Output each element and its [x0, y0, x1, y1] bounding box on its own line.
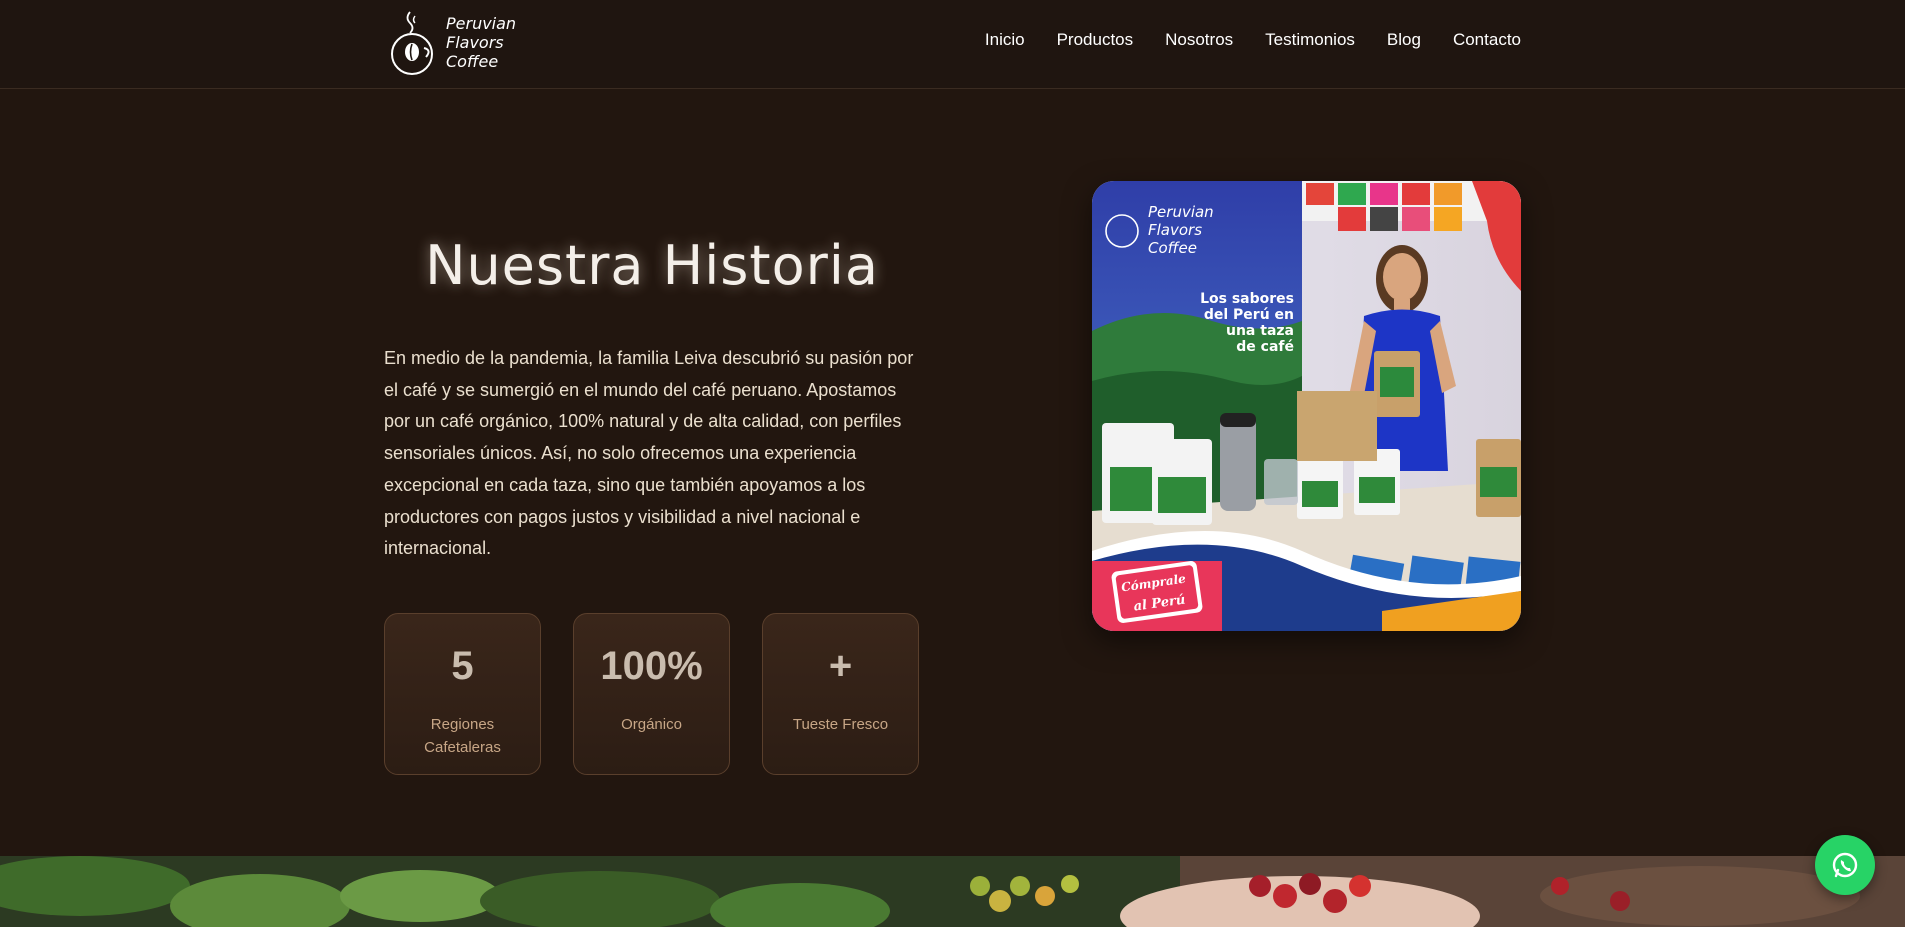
stat-value: + [828, 644, 853, 688]
coffee-plant-illustration [0, 856, 1905, 927]
nav-productos[interactable]: Productos [1057, 30, 1134, 50]
stat-card-fresh-roast: + Tueste Fresco [762, 613, 919, 775]
nav-testimonios[interactable]: Testimonios [1265, 30, 1355, 50]
stat-value: 5 [451, 644, 474, 688]
brand-name-line3: Coffee [446, 51, 499, 71]
nav-nosotros[interactable]: Nosotros [1165, 30, 1233, 50]
founder-photo: Peruvian Flavors Coffee Los sabores del … [1092, 181, 1521, 631]
nav-contacto[interactable]: Contacto [1453, 30, 1521, 50]
whatsapp-button[interactable] [1815, 835, 1875, 895]
banner-line2: del Perú en [1204, 307, 1294, 323]
stats-row: 5 Regiones Cafetaleras 100% Orgánico + T… [384, 613, 919, 775]
history-description: En medio de la pandemia, la familia Leiv… [384, 348, 914, 559]
whatsapp-icon [1832, 852, 1858, 878]
banner-brand-line2: Flavors [1148, 221, 1202, 239]
nav-inicio[interactable]: Inicio [985, 30, 1025, 50]
stat-card-regions: 5 Regiones Cafetaleras [384, 613, 541, 775]
banner-line4: de café [1236, 339, 1294, 355]
nav-blog[interactable]: Blog [1387, 30, 1421, 50]
banner-line1: Los sabores [1200, 291, 1294, 307]
coffee-cup-icon [391, 11, 433, 75]
banner-brand-line3: Coffee [1148, 239, 1197, 257]
stat-label: Regiones Cafetaleras [424, 716, 501, 756]
section-title: Nuestra Historia [425, 234, 879, 297]
founder-photo-illustration: Peruvian Flavors Coffee Los sabores del … [1092, 181, 1521, 631]
stat-label: Tueste Fresco [792, 716, 889, 733]
stat-card-organic: 100% Orgánico [573, 613, 730, 775]
stat-value: 100% [600, 644, 703, 688]
brand-name-line2: Flavors [446, 32, 504, 52]
brand-name: Peruvian Flavors Coffee [446, 14, 516, 71]
site-header: Peruvian Flavors Coffee Inicio Productos… [0, 0, 1905, 89]
stat-label: Orgánico [621, 716, 682, 733]
brand-name-line1: Peruvian [446, 13, 517, 33]
banner-line3: una taza [1226, 323, 1294, 339]
brand-logo[interactable]: Peruvian Flavors Coffee [384, 8, 524, 76]
coffee-plant-banner [0, 856, 1905, 927]
banner-brand-line1: Peruvian [1148, 203, 1214, 221]
main-nav: Inicio Productos Nosotros Testimonios Bl… [985, 30, 1521, 50]
